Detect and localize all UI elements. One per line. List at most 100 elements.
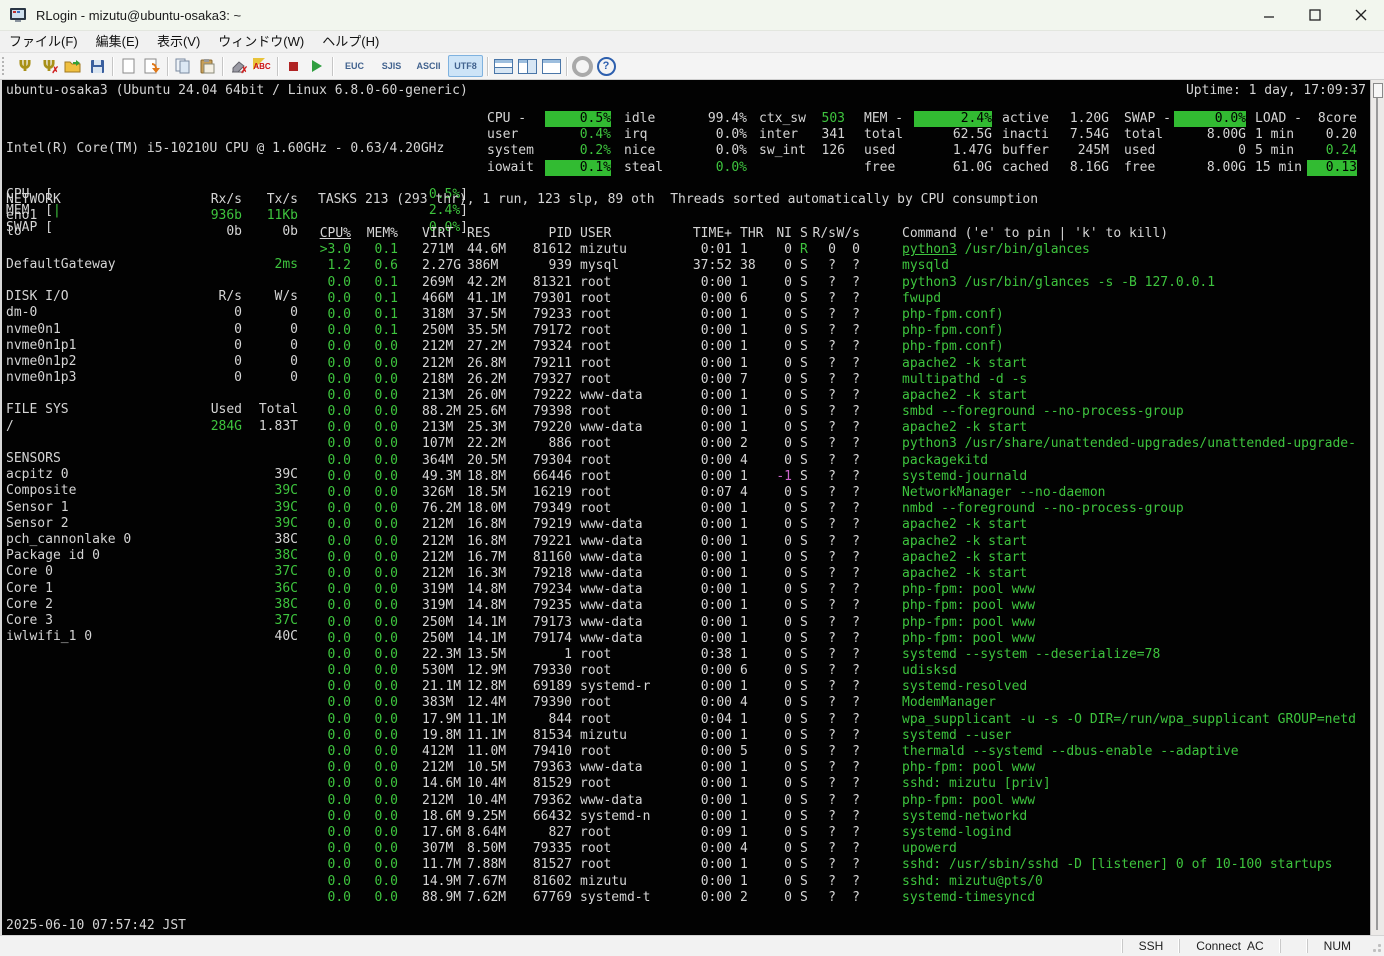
cell: 41.1M	[467, 291, 527, 307]
sidebar-value-a	[177, 483, 242, 499]
minimize-button[interactable]	[1246, 0, 1292, 30]
cell: 67769	[527, 890, 572, 906]
menu-item-4[interactable]: ヘルプ(H)	[313, 31, 388, 52]
stat-value: 7.54G	[1054, 127, 1109, 143]
cell: ?	[836, 793, 860, 809]
maximize-button[interactable]	[1292, 0, 1338, 30]
cell: 17.6M	[422, 825, 467, 841]
process-row: 0.00.0218M26.2M79327root0:0070S??multipa…	[318, 372, 1371, 388]
cell: ?	[812, 469, 836, 485]
cell: 0.0	[351, 712, 398, 728]
cell: 10.4M	[467, 776, 527, 792]
cell: S	[800, 728, 812, 744]
menu-item-2[interactable]: 表示(V)	[148, 31, 209, 52]
layout-horizontal-button[interactable]	[491, 55, 515, 77]
cell: 7	[740, 372, 770, 388]
sidebar-value-a: R/s	[177, 289, 242, 305]
paste-button[interactable]	[195, 55, 219, 77]
menu-item-0[interactable]: ファイル(F)	[0, 31, 87, 52]
encoding-euc-button[interactable]: EUC	[337, 55, 372, 77]
stop-button[interactable]	[281, 55, 305, 77]
paste-icon	[200, 58, 215, 74]
scrollbar-thumb[interactable]	[1373, 83, 1383, 98]
cell: 0:00	[655, 307, 732, 323]
encoding-ascii-button[interactable]: ASCII	[411, 55, 446, 77]
cell: 1	[740, 874, 770, 890]
process-row: 0.00.1318M37.5M79233root0:0010S??php-fpm…	[318, 307, 1371, 323]
cell: 0.0	[351, 776, 398, 792]
cell: 79390	[527, 695, 572, 711]
cell: 22.3M	[422, 647, 467, 663]
terminal-scrollbar[interactable]	[1370, 80, 1384, 936]
cell: ?	[812, 356, 836, 372]
layout-vertical-button[interactable]	[515, 55, 539, 77]
cell: ?	[812, 825, 836, 841]
stat-value: 2.4%	[914, 111, 992, 127]
cell: 1	[527, 647, 572, 663]
encoding-utf8-button[interactable]: UTF8	[448, 55, 483, 77]
cell: 0.0	[351, 469, 398, 485]
cell: 0	[836, 242, 860, 258]
cell: S	[800, 857, 812, 873]
cell: ?	[812, 501, 836, 517]
save-button[interactable]	[85, 55, 109, 77]
font-button[interactable]: ABC	[250, 55, 274, 77]
cell: 0.0	[351, 744, 398, 760]
sidebar-row: pch_cannonlake 038C	[6, 532, 298, 548]
help-button[interactable]: ?	[594, 55, 618, 77]
stat-label: used	[1124, 143, 1174, 159]
stat-label: iowait	[487, 160, 545, 176]
cell: 79410	[527, 744, 572, 760]
cell: S	[800, 517, 812, 533]
start-button[interactable]	[305, 55, 329, 77]
stat-value: 0	[1174, 143, 1246, 159]
cell: root	[580, 485, 655, 501]
open-button[interactable]	[61, 55, 85, 77]
load-document-button[interactable]	[140, 55, 164, 77]
scrollbar-track[interactable]	[1376, 90, 1378, 930]
quicklook-column-6: LOAD -8core1 min0.205 min0.2415 min0.13	[1255, 111, 1357, 176]
page-title: RLogin - mizutu@ubuntu-osaka3: ~	[36, 8, 241, 23]
cell: apache2 -k start	[902, 517, 1027, 533]
cell: 0.0	[351, 598, 398, 614]
layout-single-button[interactable]	[539, 55, 563, 77]
cell: 0.0	[318, 275, 351, 291]
connect-button[interactable]: Ψ	[13, 55, 37, 77]
menu-item-3[interactable]: ウィンドウ(W)	[209, 31, 313, 52]
disconnect-button[interactable]: Ψ✗	[37, 55, 61, 77]
stat-row: system0.2%	[487, 143, 611, 159]
cell: 0:00	[655, 841, 732, 857]
copy-button[interactable]	[171, 55, 195, 77]
cell: 0	[770, 663, 792, 679]
cell: 939	[527, 258, 572, 274]
cell: multipathd -d -s	[902, 372, 1027, 388]
socket-button[interactable]	[570, 55, 594, 77]
close-button[interactable]	[1338, 0, 1384, 30]
cell: 212M	[422, 356, 467, 372]
menu-item-1[interactable]: 編集(E)	[87, 31, 148, 52]
stat-label: MEM -	[864, 111, 914, 127]
host-line: ubuntu-osaka3 (Ubuntu 24.04 64bit / Linu…	[6, 83, 468, 98]
sidebar-value-b: Total	[242, 402, 298, 418]
cell: 0.0	[318, 388, 351, 404]
cell: 16.8M	[467, 534, 527, 550]
stat-label: total	[864, 127, 914, 143]
process-row: 0.00.0212M16.3M79218www-data0:0010S??apa…	[318, 566, 1371, 582]
cell: 412M	[422, 744, 467, 760]
process-row: 0.00.0412M11.0M79410root0:0050S??thermal…	[318, 744, 1371, 760]
resize-grip[interactable]	[1367, 938, 1383, 954]
terminal[interactable]: ubuntu-osaka3 (Ubuntu 24.04 64bit / Linu…	[0, 80, 1384, 936]
new-document-button[interactable]	[116, 55, 140, 77]
cell: 1	[740, 323, 770, 339]
cell: php-fpm: pool www	[902, 760, 1035, 776]
process-row: 0.00.0326M18.5M16219root0:0740S??Network…	[318, 485, 1371, 501]
cell: ?	[836, 647, 860, 663]
encoding-sjis-button[interactable]: SJIS	[374, 55, 409, 77]
cell: 79219	[527, 517, 572, 533]
toolbar-grip[interactable]	[2, 57, 9, 75]
clear-button[interactable]: ✗	[226, 55, 250, 77]
cell: 318M	[422, 307, 467, 323]
clock-text: 2025-06-10 07:57:42 JST	[6, 918, 186, 933]
cell: ?	[836, 275, 860, 291]
cell: 21.1M	[422, 679, 467, 695]
